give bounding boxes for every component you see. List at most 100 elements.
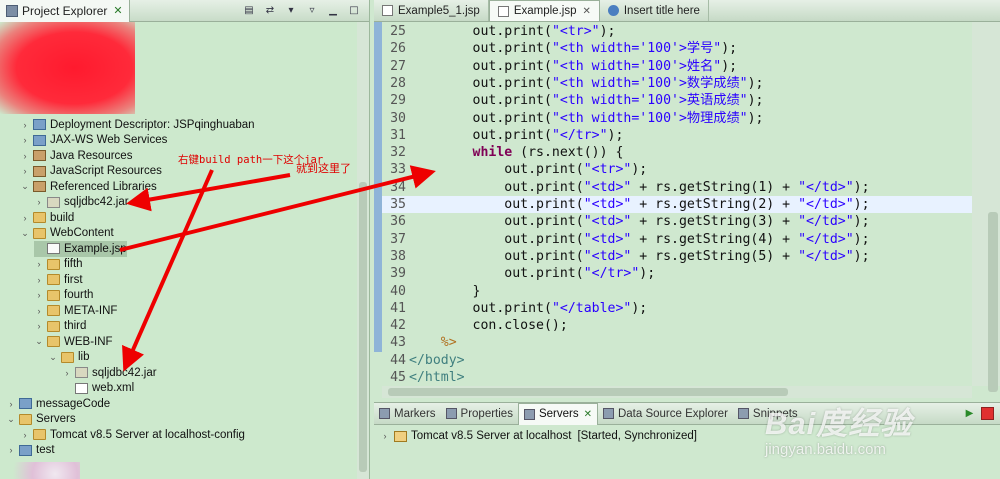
expand-icon[interactable]: › xyxy=(34,259,44,269)
view-menu-icon[interactable]: ▿ xyxy=(305,4,319,18)
explorer-scroll-thumb[interactable] xyxy=(359,182,367,472)
close-tab-icon[interactable]: ✕ xyxy=(584,409,592,420)
project-explorer-tab[interactable]: Project Explorer ✕ xyxy=(0,0,130,22)
tree-item[interactable]: › first xyxy=(34,272,83,288)
server-entry[interactable]: › Tomcat v8.5 Server at localhost [Start… xyxy=(380,430,697,442)
code-token: "<td>" xyxy=(583,214,632,230)
tree-item[interactable]: › sqljdbc42.jar xyxy=(34,195,129,211)
collapse-icon[interactable]: ⌄ xyxy=(20,181,30,192)
code-line[interactable]: 40 } xyxy=(382,283,972,300)
link-with-editor-icon[interactable]: ⇄ xyxy=(263,4,277,18)
tree-item[interactable]: › META-INF xyxy=(34,303,118,319)
tree-item[interactable]: › Deployment Descriptor: JSPqinghuaban xyxy=(20,117,255,133)
tree-item[interactable]: ⌄ Referenced Libraries xyxy=(20,179,157,195)
close-tab-icon[interactable]: ✕ xyxy=(582,6,590,17)
tree-item[interactable]: › third xyxy=(34,319,87,335)
tree-item[interactable]: › build xyxy=(20,210,75,226)
tree-item[interactable]: › sqljdbc42.jar xyxy=(62,365,157,381)
bottom-tab[interactable]: Servers ✕ xyxy=(517,402,598,425)
collapse-icon[interactable]: ⌄ xyxy=(20,228,30,239)
expand-icon[interactable]: › xyxy=(20,151,30,161)
code-token: "</tr>" xyxy=(583,266,640,282)
filter-icon[interactable]: ▾ xyxy=(284,4,298,18)
collapse-all-icon[interactable]: ▤ xyxy=(242,4,256,18)
expand-icon[interactable]: › xyxy=(20,430,30,440)
tree-item[interactable]: ⌄ WEB-INF xyxy=(34,334,112,350)
editor-tab[interactable]: Example.jsp ✕ xyxy=(488,0,600,21)
code-line[interactable]: 29 out.print("<th width='100'>英语成绩"); xyxy=(382,92,972,109)
tree-item[interactable]: Example.jsp xyxy=(34,241,127,257)
code-line[interactable]: 32 while (rs.next()) { xyxy=(382,144,972,161)
tree-item[interactable]: › fourth xyxy=(34,288,94,304)
editor-vertical-scrollbar[interactable] xyxy=(972,22,1000,392)
tree-item[interactable]: › Tomcat v8.5 Server at localhost-config xyxy=(20,427,245,443)
code-line[interactable]: 25 out.print("<tr>"); xyxy=(382,23,972,40)
bottom-tab[interactable]: Markers xyxy=(374,403,441,425)
expand-icon[interactable]: › xyxy=(20,135,30,145)
code-area[interactable]: 25 out.print("<tr>"); 26 out.print("<th w… xyxy=(382,22,972,388)
expand-icon[interactable]: › xyxy=(34,290,44,300)
code-token: "<td>" xyxy=(583,231,632,247)
tree-item[interactable]: › fifth xyxy=(34,257,83,273)
expand-icon[interactable]: › xyxy=(34,306,44,316)
editor-tab[interactable]: Insert title here xyxy=(600,0,709,21)
code-line[interactable]: 34 out.print("<td>" + rs.getString(1) + … xyxy=(382,179,972,196)
tree-item[interactable]: › JavaScript Resources xyxy=(20,164,162,180)
tree-item[interactable]: web.xml xyxy=(62,381,134,397)
expand-icon[interactable]: › xyxy=(34,275,44,285)
code-token: out.print( xyxy=(504,214,584,230)
code-token: "<th width='100'>物理成绩" xyxy=(551,110,748,126)
expand-icon[interactable]: › xyxy=(6,445,16,455)
code-line[interactable]: 28 out.print("<th width='100'>数学成绩"); xyxy=(382,75,972,92)
collapse-icon[interactable]: ⌄ xyxy=(34,336,44,347)
expand-icon[interactable]: › xyxy=(34,197,44,207)
expand-icon[interactable]: › xyxy=(62,368,72,378)
line-number: 30 xyxy=(390,110,406,126)
expand-icon[interactable]: › xyxy=(20,166,30,176)
editor-scroll-thumb[interactable] xyxy=(988,212,998,392)
tree-item[interactable]: › test xyxy=(6,443,55,459)
editor-tab[interactable]: Example5_1.jsp xyxy=(374,0,489,21)
bottom-tab[interactable]: Properties xyxy=(441,403,518,425)
code-line[interactable]: 39 out.print("</tr>"); xyxy=(382,265,972,282)
collapse-icon[interactable]: ⌄ xyxy=(48,352,58,363)
code-line[interactable]: 31 out.print("</tr>"); xyxy=(382,127,972,144)
expand-icon[interactable]: › xyxy=(34,321,44,331)
code-line[interactable]: 38 out.print("<td>" + rs.getString(5) + … xyxy=(382,248,972,265)
close-icon[interactable]: ✕ xyxy=(113,4,122,17)
code-line[interactable]: 37 out.print("<td>" + rs.getString(4) + … xyxy=(382,231,972,248)
explorer-vertical-scrollbar[interactable] xyxy=(357,22,369,479)
expand-icon[interactable]: › xyxy=(20,120,30,130)
code-line[interactable]: 33 out.print("<tr>"); xyxy=(382,161,972,178)
code-line[interactable]: 26 out.print("<th width='100'>学号"); xyxy=(382,40,972,57)
bottom-tab-label: Properties xyxy=(460,407,513,420)
tree-item[interactable]: ⌄ lib xyxy=(48,350,89,366)
expand-icon[interactable]: › xyxy=(20,213,30,223)
tree-item[interactable]: › Java Resources xyxy=(20,148,133,164)
expand-icon[interactable]: › xyxy=(6,399,16,409)
tree-item-label: Referenced Libraries xyxy=(50,180,157,193)
tree-item[interactable]: › messageCode xyxy=(6,396,111,412)
code-line[interactable]: 43 %> xyxy=(382,334,972,351)
minimize-icon[interactable]: ▁ xyxy=(326,4,340,18)
code-line[interactable]: 44 </body> xyxy=(382,352,972,369)
maximize-icon[interactable]: □ xyxy=(347,4,361,18)
collapse-icon[interactable]: ⌄ xyxy=(6,414,16,425)
editor-hscroll-thumb[interactable] xyxy=(388,388,788,396)
tree-item[interactable]: ⌄ Servers xyxy=(6,412,75,428)
tree-item[interactable]: › JAX-WS Web Services xyxy=(20,133,168,149)
code-line[interactable]: 35 out.print("<td>" + rs.getString(2) + … xyxy=(382,196,972,214)
code-line[interactable]: 42 con.close(); xyxy=(382,317,972,334)
bottom-tab[interactable]: Data Source Explorer xyxy=(598,403,733,425)
expand-icon[interactable]: › xyxy=(380,431,390,441)
tree-item[interactable]: ⌄ WebContent xyxy=(20,226,114,242)
code-line[interactable]: 45 </html> xyxy=(382,369,972,386)
code-line[interactable]: 30 out.print("<th width='100'>物理成绩"); xyxy=(382,110,972,127)
code-line[interactable]: 41 out.print("</table>"); xyxy=(382,300,972,317)
code-line[interactable]: 27 out.print("<th width='100'>姓名"); xyxy=(382,58,972,75)
editor-horizontal-scrollbar[interactable] xyxy=(382,386,972,398)
code-line[interactable]: 36 out.print("<td>" + rs.getString(3) + … xyxy=(382,213,972,230)
